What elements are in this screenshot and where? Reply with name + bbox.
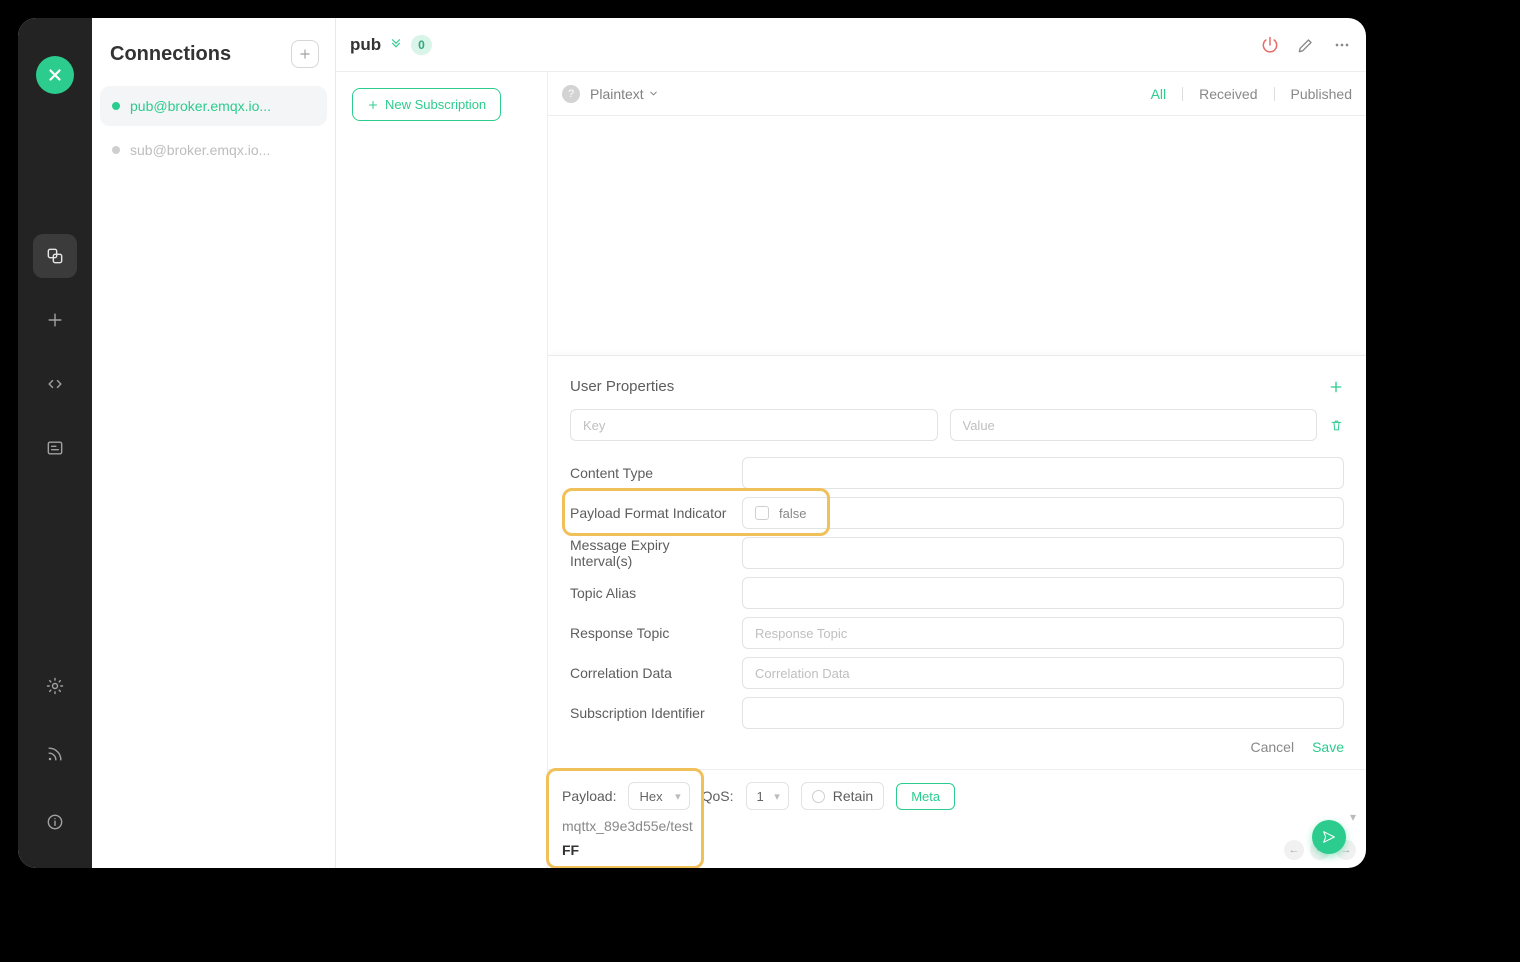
divider [1182,87,1183,101]
payload-label: Payload: [562,788,616,804]
qos-value: 1 [757,789,764,804]
chevron-down-icon: ▾ [774,790,780,803]
add-connection-button[interactable] [291,40,319,68]
main-panel: pub 0 New Subsc [336,18,1366,868]
payload-display-format-value: Plaintext [590,86,644,102]
rail-scripts[interactable] [33,362,77,406]
history-prev-button[interactable]: ← [1284,840,1304,860]
topic-alias-input[interactable] [742,577,1344,609]
payload-format-indicator-value: false [779,506,806,521]
edit-button[interactable] [1296,35,1316,55]
response-topic-input[interactable] [742,617,1344,649]
delete-property-button[interactable] [1329,418,1344,433]
connection-item-pub[interactable]: pub@broker.emqx.io... [100,86,327,126]
rail-settings[interactable] [33,664,77,708]
content-type-input[interactable] [742,457,1344,489]
meta-cancel-button[interactable]: Cancel [1250,739,1294,755]
qos-label: QoS: [702,788,734,804]
more-menu-button[interactable] [1332,35,1352,55]
filter-row: ? Plaintext All Received Published [548,72,1366,116]
plus-icon [367,99,379,111]
payload-format-select[interactable]: Hex ▾ [628,782,689,810]
rail-info-icon[interactable] [33,800,77,844]
publish-payload-input[interactable] [562,842,1352,858]
help-icon[interactable]: ? [562,85,580,103]
meta-save-button[interactable]: Save [1312,739,1344,755]
send-button[interactable] [1312,820,1346,854]
connections-panel: Connections pub@broker.emqx.io... sub@br… [92,18,336,868]
correlation-data-label: Correlation Data [570,665,728,681]
message-count-badge: 0 [411,35,432,55]
collapse-icon[interactable]: ▾ [1350,810,1356,824]
topbar: pub 0 [336,18,1366,72]
payload-format-indicator-field[interactable]: false [742,497,1344,529]
new-subscription-label: New Subscription [385,97,486,112]
connection-tab-title: pub [350,35,381,55]
connection-status-dot [112,146,120,154]
rail-logs[interactable] [33,426,77,470]
filter-tab-received[interactable]: Received [1199,86,1257,102]
nav-rail [18,18,92,868]
chevron-down-icon: ▾ [675,790,681,803]
checkbox-icon [755,506,769,520]
connection-name: pub@broker.emqx.io... [130,98,271,114]
new-subscription-button[interactable]: New Subscription [352,88,501,121]
message-expiry-input[interactable] [742,537,1344,569]
user-properties-heading: User Properties [570,378,674,395]
message-expiry-label: Message Expiry Interval(s) [570,537,728,569]
chevron-down-icon[interactable] [389,38,403,52]
meta-toggle-button[interactable]: Meta [896,783,955,810]
publish-row: Payload: Hex ▾ QoS: 1 ▾ Retain [548,769,1366,868]
add-property-button[interactable] [1328,379,1344,395]
divider [1274,87,1275,101]
payload-display-format-select[interactable]: Plaintext [590,86,659,102]
subscription-identifier-input[interactable] [742,697,1344,729]
connections-title: Connections [110,43,231,66]
connection-status-dot [112,102,120,110]
messages-area: User Properties [548,116,1366,769]
qos-select[interactable]: 1 ▾ [746,782,789,810]
user-prop-key-input[interactable] [570,409,938,441]
content-type-label: Content Type [570,465,728,481]
filter-tab-published[interactable]: Published [1291,86,1353,102]
disconnect-button[interactable] [1260,35,1280,55]
radio-icon [812,790,825,803]
messages-column: ? Plaintext All Received Published [548,72,1366,868]
filter-tab-all[interactable]: All [1151,86,1167,102]
payload-format-indicator-label: Payload Format Indicator [570,505,728,521]
topic-alias-label: Topic Alias [570,585,728,601]
rail-feed-icon[interactable] [33,732,77,776]
retain-toggle[interactable]: Retain [801,782,884,810]
subscriptions-column: New Subscription [336,72,548,868]
app-window: Connections pub@broker.emqx.io... sub@br… [18,18,1366,868]
retain-label: Retain [833,788,873,804]
response-topic-label: Response Topic [570,625,728,641]
rail-connections[interactable] [33,234,77,278]
publish-topic-input[interactable] [562,818,1352,834]
user-prop-value-input[interactable] [950,409,1318,441]
correlation-data-input[interactable] [742,657,1344,689]
connection-item-sub[interactable]: sub@broker.emqx.io... [100,130,327,170]
meta-panel: User Properties [548,355,1366,769]
connection-name: sub@broker.emqx.io... [130,142,270,158]
payload-format-value: Hex [639,789,662,804]
subscription-identifier-label: Subscription Identifier [570,705,728,721]
app-logo [36,56,74,94]
rail-new[interactable] [33,298,77,342]
chevron-down-icon [648,88,659,99]
